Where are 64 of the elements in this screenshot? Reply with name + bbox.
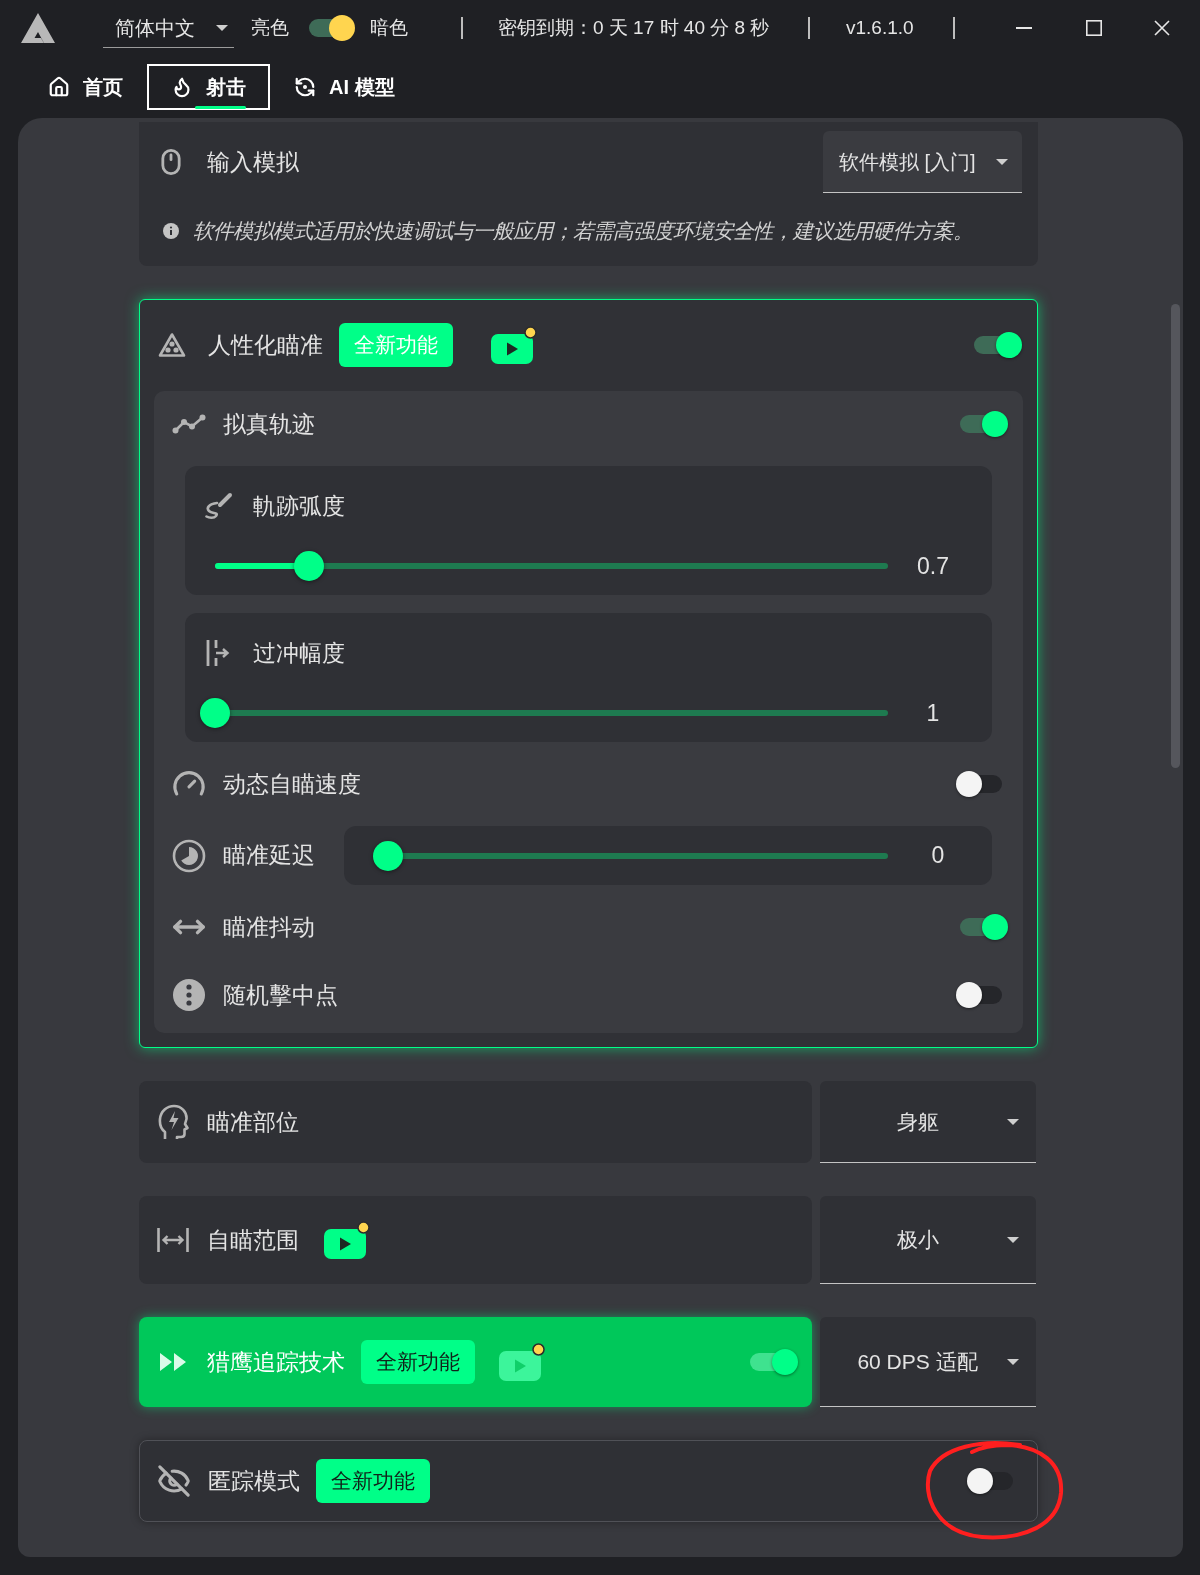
dropdown[interactable]: 60 DPS 适配 (820, 1317, 1036, 1407)
light-theme-label: 亮色 (251, 15, 289, 40)
setting-label: 猎鹰追踪技术 (207, 1347, 345, 1377)
caret-icon (996, 158, 1008, 165)
new-feature-tag: 全新功能 (361, 1340, 475, 1384)
fast-forward-icon (159, 1351, 187, 1373)
version-text: v1.6.1.0 (846, 15, 915, 40)
language-dropdown[interactable]: 简体中文 (103, 8, 234, 48)
minimize-icon (1016, 27, 1032, 29)
video-icon[interactable] (491, 334, 533, 364)
setting-label: 瞄准部位 (207, 1107, 299, 1137)
setting-label: 拟真轨迹 (223, 409, 315, 439)
timer-icon (172, 838, 206, 873)
triangle-dots-icon (158, 332, 186, 358)
info-icon (163, 223, 179, 239)
dropdown[interactable]: 极小 (820, 1196, 1036, 1284)
slider-thumb[interactable] (200, 698, 230, 729)
caret-icon (1007, 1236, 1019, 1243)
head-bolt-icon (157, 1103, 189, 1141)
setting-label: 軌跡弧度 (253, 491, 345, 521)
slider-value: 1 (925, 699, 941, 728)
maximize-icon (1086, 20, 1102, 36)
range-arrows-icon (156, 1225, 190, 1255)
caret-icon (1007, 1358, 1019, 1365)
dropdown[interactable]: 软件模拟 [入门] (823, 131, 1022, 193)
slider-value: 0.7 (916, 552, 950, 581)
setting-label: 过冲幅度 (253, 638, 345, 668)
home-icon (48, 76, 70, 98)
dropdown[interactable]: 身躯 (820, 1081, 1036, 1163)
theme-switch[interactable] (309, 15, 355, 41)
dark-theme-label: 暗色 (370, 15, 408, 40)
notification-dot-icon (532, 1343, 545, 1356)
video-icon[interactable] (324, 1229, 366, 1259)
close-icon (1154, 20, 1170, 36)
eye-off-icon (157, 1464, 191, 1498)
slider-thumb[interactable] (294, 551, 325, 582)
setting-label: 瞄准抖动 (223, 912, 315, 942)
notification-dot-icon (524, 326, 537, 339)
setting-label: 瞄准延迟 (223, 841, 315, 871)
key-expiry-text: 密钥到期：0 天 17 时 40 分 8 秒 (498, 15, 771, 40)
setting-label: 人性化瞄准 (208, 330, 323, 360)
tab[interactable]: 首页 (24, 64, 147, 110)
caret-icon (1007, 1118, 1019, 1125)
line-chart-icon (172, 414, 206, 434)
more-dots-icon (173, 979, 205, 1011)
setting-label: 输入模拟 (207, 147, 299, 177)
new-feature-tag: 全新功能 (339, 323, 453, 367)
refresh-icon (294, 76, 316, 98)
tab[interactable]: 射击 (147, 64, 270, 110)
logo-icon (20, 12, 56, 44)
info-note: 软件模拟模式适用於快速调试与一般应用；若需高强度环境安全性，建议选用硬件方案。 (193, 217, 973, 244)
setting-label: 匿踪模式 (208, 1466, 300, 1496)
setting-label: 动态自瞄速度 (223, 769, 361, 799)
setting-label: 自瞄范围 (207, 1225, 299, 1255)
slider-thumb[interactable] (373, 840, 403, 871)
tab[interactable]: AI 模型 (270, 64, 419, 110)
slider-value: 0 (930, 841, 946, 871)
notification-dot-icon (357, 1221, 370, 1234)
setting-label: 随机擊中点 (223, 980, 338, 1010)
new-feature-tag: 全新功能 (316, 1459, 430, 1503)
pen-curve-icon (203, 492, 233, 520)
bar-arrow-icon (205, 638, 231, 668)
caret-icon (216, 24, 228, 31)
scrollbar-thumb[interactable] (1171, 304, 1180, 768)
